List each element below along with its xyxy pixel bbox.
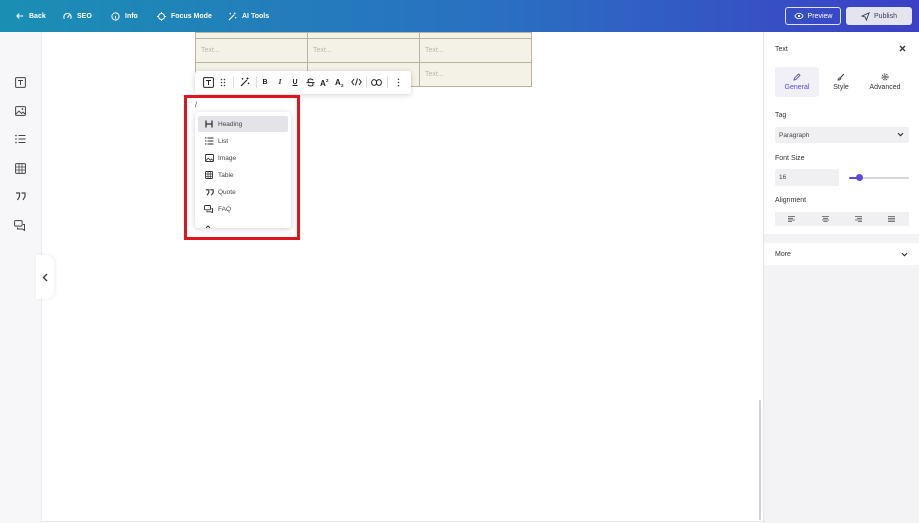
align-justify-icon[interactable] xyxy=(875,212,908,226)
ai-magic-icon[interactable] xyxy=(239,76,251,88)
tab-label: Advanced xyxy=(869,84,901,91)
magic-wand-icon xyxy=(228,11,237,21)
tab-advanced[interactable]: Advanced xyxy=(863,67,907,97)
gauge-icon xyxy=(63,12,72,19)
panel-title: Text xyxy=(775,46,788,53)
tag-select[interactable]: Paragraph xyxy=(775,127,909,143)
more-options-icon[interactable] xyxy=(392,76,404,88)
table-block-icon[interactable] xyxy=(14,162,26,174)
table-row: Text... Text... Text... xyxy=(195,38,532,63)
chevron-down-icon xyxy=(901,252,908,257)
code-icon[interactable] xyxy=(350,76,362,88)
settings-panel: Text General Style Advanced Tag Paragrap… xyxy=(763,32,919,523)
toolbar-divider xyxy=(387,76,388,88)
preview-button[interactable]: Preview xyxy=(785,7,841,25)
top-bar: Back SEO Info Focus Mode AI Tools Previe… xyxy=(0,0,919,32)
publish-button[interactable]: Publish xyxy=(846,7,912,25)
back-label: Back xyxy=(29,12,46,20)
preview-label: Preview xyxy=(807,12,833,20)
seo-label: SEO xyxy=(77,12,92,20)
chevron-left-icon xyxy=(42,273,48,281)
strikethrough-icon[interactable] xyxy=(304,76,316,88)
table-cell[interactable]: Text... xyxy=(307,38,420,63)
chevron-down-icon xyxy=(897,132,904,137)
info-button[interactable]: Info xyxy=(111,0,138,32)
pencil-icon xyxy=(793,73,801,81)
font-size-value: 16 xyxy=(779,174,787,181)
more-label: More xyxy=(775,250,791,258)
align-right-icon[interactable] xyxy=(842,212,875,226)
general-section: Tag Paragraph Font Size 16 Alignment xyxy=(764,100,919,234)
table-cell[interactable]: Text... xyxy=(419,38,532,63)
ai-tools-button[interactable]: AI Tools xyxy=(228,0,269,32)
focus-mode-label: Focus Mode xyxy=(171,12,212,20)
alignment-label: Alignment xyxy=(775,197,807,204)
gear-icon xyxy=(881,73,889,81)
font-size-input[interactable]: 16 xyxy=(775,169,839,186)
tab-style[interactable]: Style xyxy=(819,67,863,97)
svg-text:2: 2 xyxy=(341,83,344,87)
info-icon xyxy=(111,11,120,21)
tab-label: Style xyxy=(833,84,849,91)
scrollbar[interactable] xyxy=(759,400,761,520)
tab-label: General xyxy=(784,84,810,91)
bold-icon[interactable]: B xyxy=(259,76,271,88)
send-icon xyxy=(861,11,870,21)
subscript-icon[interactable]: A2 xyxy=(334,76,346,88)
text-block-icon[interactable] xyxy=(14,76,26,88)
list-block-icon[interactable] xyxy=(14,133,26,145)
ai-tools-label: AI Tools xyxy=(242,12,270,20)
toolbar-divider xyxy=(256,76,257,88)
tag-select-value: Paragraph xyxy=(779,131,810,139)
alignment-buttons xyxy=(775,212,909,226)
info-label: Info xyxy=(125,12,138,20)
more-section-toggle[interactable]: More xyxy=(764,243,919,265)
back-button[interactable]: Back xyxy=(16,0,46,32)
eye-icon xyxy=(793,12,804,20)
focus-mode-button[interactable]: Focus Mode xyxy=(157,0,212,32)
font-size-label: Font Size xyxy=(775,155,805,162)
slider-thumb[interactable] xyxy=(855,174,863,181)
arrow-left-icon xyxy=(16,13,24,19)
align-center-icon[interactable] xyxy=(809,212,842,226)
toolbar-divider xyxy=(233,76,234,88)
underline-icon[interactable]: U xyxy=(289,76,301,88)
toolbar-divider xyxy=(366,76,367,88)
close-icon[interactable] xyxy=(899,45,906,54)
text-type-icon[interactable] xyxy=(202,76,214,88)
publish-label: Publish xyxy=(874,12,897,20)
italic-icon[interactable]: I xyxy=(274,76,286,88)
canvas-bottom-border xyxy=(42,521,763,522)
align-left-icon[interactable] xyxy=(775,212,808,226)
link-icon[interactable] xyxy=(370,76,382,88)
seo-button[interactable]: SEO xyxy=(63,0,92,32)
tag-label: Tag xyxy=(775,112,787,119)
format-toolbar: B I U A2 A2 xyxy=(195,71,411,94)
highlight-annotation xyxy=(184,95,300,240)
tab-general[interactable]: General xyxy=(775,67,819,97)
table-cell[interactable]: Text... xyxy=(195,38,308,63)
focus-icon xyxy=(157,11,166,21)
font-size-slider[interactable] xyxy=(849,174,909,181)
drag-handle-icon[interactable] xyxy=(217,76,229,88)
quote-block-icon[interactable] xyxy=(14,190,26,202)
svg-text:2: 2 xyxy=(326,78,329,83)
table-cell[interactable]: Text... xyxy=(419,62,532,87)
faq-block-icon[interactable] xyxy=(14,219,26,231)
superscript-icon[interactable]: A2 xyxy=(319,76,331,88)
collapse-sidebar-button[interactable] xyxy=(36,255,54,299)
image-block-icon[interactable] xyxy=(14,105,26,117)
brush-icon xyxy=(837,73,845,81)
panel-header: Text xyxy=(764,32,919,67)
